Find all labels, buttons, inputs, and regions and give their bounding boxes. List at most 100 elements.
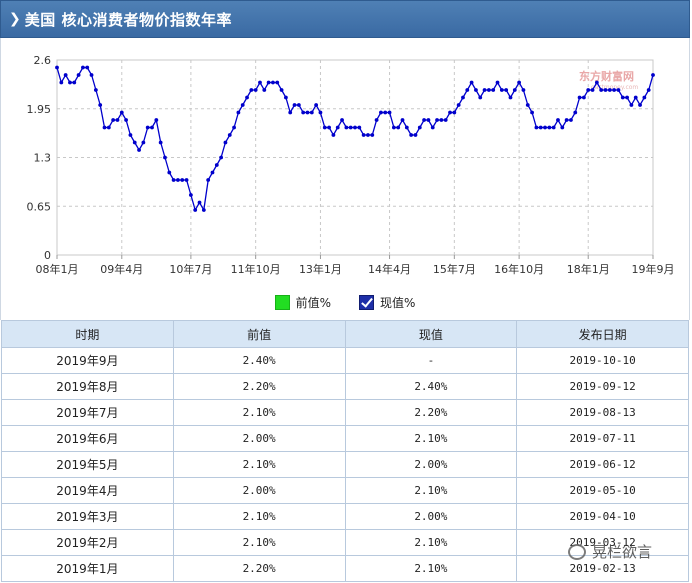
data-point: [564, 118, 569, 122]
data-point: [227, 133, 232, 137]
data-point: [184, 178, 189, 182]
data-point: [353, 125, 357, 130]
cell-date: 2019-09-12: [516, 373, 689, 400]
data-point: [322, 125, 327, 130]
data-point: [283, 95, 288, 100]
data-point: [210, 170, 215, 175]
chart-area: 2.6 1.95 1.3 0.65 0 08年1月 09年4月 10年7月 11年10月 13年…: [0, 38, 690, 320]
data-point: [616, 88, 621, 92]
x-tick-label: 10年7月: [169, 262, 212, 276]
data-point: [486, 88, 491, 92]
data-point: [331, 133, 336, 137]
data-point: [361, 133, 366, 137]
y-tick-label: 1.95: [27, 103, 52, 116]
cell-period: 2019年2月: [1, 529, 174, 556]
data-point: [491, 88, 496, 92]
data-point: [422, 118, 427, 122]
data-point: [366, 133, 370, 137]
cell-period: 2019年5月: [1, 451, 174, 478]
line-chart: 2.6 1.95 1.3 0.65 0 08年1月 09年4月 10年7月 11年10月 13年…: [27, 54, 675, 276]
cell-curr: 2.10%: [344, 555, 518, 582]
y-tick-label: 2.6: [34, 54, 52, 67]
data-point: [214, 163, 219, 167]
data-point: [223, 140, 228, 145]
data-point: [443, 118, 448, 122]
data-point: [335, 125, 340, 130]
data-point: [171, 178, 176, 182]
table-row: 2019年5月 2.10% 2.00% 2019-06-12: [1, 451, 689, 478]
data-point: [547, 125, 552, 130]
watermark-site-text: 东方财富网: [579, 69, 634, 83]
data-point: [68, 80, 72, 85]
data-point: [102, 125, 107, 130]
data-point: [590, 88, 595, 92]
legend-checkbox-curr[interactable]: [359, 294, 374, 310]
data-point: [633, 95, 638, 100]
data-point: [413, 133, 418, 137]
data-point: [474, 88, 478, 92]
table-row: 2019年4月 2.00% 2.10% 2019-05-10: [1, 477, 689, 504]
data-point: [599, 88, 604, 92]
cell-prev: 2.00%: [172, 477, 346, 504]
data-point: [439, 118, 444, 122]
data-point: [504, 88, 509, 92]
data-point: [327, 125, 331, 130]
data-point: [163, 155, 167, 160]
data-point: [219, 155, 224, 160]
data-point: [543, 125, 547, 130]
data-point: [465, 88, 470, 92]
data-point: [240, 103, 245, 107]
data-point: [625, 95, 629, 100]
cell-period: 2019年4月: [1, 477, 174, 504]
legend-item-prev[interactable]: 前值%: [274, 294, 331, 311]
data-point: [404, 125, 409, 130]
data-point: [59, 80, 64, 85]
cell-date: 2019-05-10: [516, 477, 689, 504]
data-point: [512, 88, 517, 92]
chart-grid: [56, 59, 654, 256]
cell-prev: 2.10%: [172, 451, 346, 478]
data-point: [357, 125, 362, 130]
data-point: [253, 88, 258, 92]
data-point: [577, 95, 582, 100]
wechat-logo-icon: [568, 543, 586, 560]
table-row: 2019年9月 2.40% - 2019-10-10: [1, 347, 689, 374]
data-point: [89, 73, 94, 77]
data-point: [137, 148, 141, 152]
data-point: [145, 125, 150, 130]
column-header: 现值: [344, 320, 518, 348]
data-point: [387, 110, 392, 115]
data-point: [612, 88, 617, 92]
cell-prev: 2.10%: [172, 399, 346, 426]
data-point: [495, 80, 500, 85]
wechat-watermark: 晃栏欲言: [568, 541, 652, 562]
data-point: [115, 118, 120, 122]
data-point: [409, 133, 414, 137]
y-tick-label: 0.65: [27, 200, 52, 213]
series-curr: [55, 65, 655, 212]
chart-header: ❯ 美国 核心消费者物价指数年率: [0, 0, 690, 38]
data-point: [586, 88, 591, 92]
legend-swatch-prev[interactable]: [274, 294, 290, 310]
cell-date: 2019-07-11: [516, 425, 689, 452]
data-point: [128, 133, 133, 137]
data-point: [288, 110, 293, 115]
data-point: [461, 95, 465, 100]
data-point: [309, 110, 314, 115]
data-point: [569, 118, 573, 122]
table-row: 2019年7月 2.10% 2.20% 2019-08-13: [1, 399, 689, 426]
x-axis: 08年1月 09年4月 10年7月 11年10月 13年1月 14年4月 15年7月 16年1…: [36, 255, 675, 276]
data-point: [106, 125, 111, 130]
data-point: [55, 65, 59, 70]
data-point: [292, 103, 297, 107]
site-watermark: 东方财富网 eastmoney.com: [579, 69, 638, 91]
data-point: [111, 118, 116, 122]
cell-date: 2019-04-10: [516, 503, 689, 530]
data-point: [379, 110, 383, 115]
data-point: [521, 88, 526, 92]
data-point: [201, 208, 206, 212]
data-point: [435, 118, 439, 122]
cell-prev: 2.10%: [172, 503, 346, 530]
data-point: [452, 110, 457, 115]
legend-item-curr[interactable]: 现值%: [359, 294, 415, 311]
